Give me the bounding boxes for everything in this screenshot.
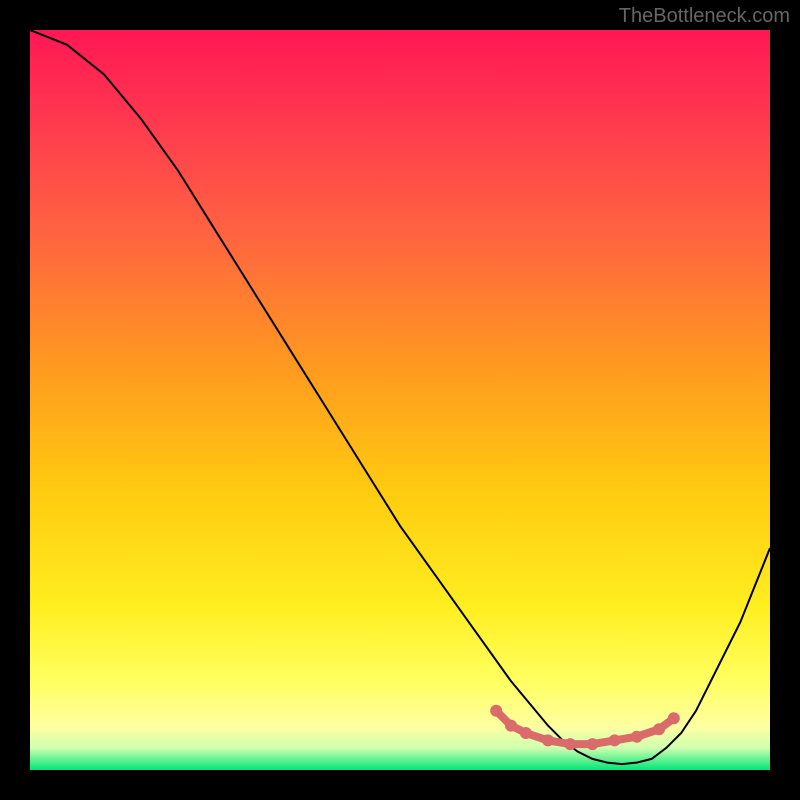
chart-container (30, 30, 770, 770)
marker-point (505, 720, 517, 732)
marker-point (490, 705, 502, 717)
marker-point (564, 738, 576, 750)
marker-point (653, 723, 665, 735)
marker-point (542, 734, 554, 746)
marker-point (586, 738, 598, 750)
marker-point (520, 727, 532, 739)
marker-point (668, 712, 680, 724)
marker-point (631, 731, 643, 743)
watermark-text: TheBottleneck.com (619, 5, 790, 28)
bottleneck-curve (30, 30, 770, 770)
marker-point (609, 734, 621, 746)
